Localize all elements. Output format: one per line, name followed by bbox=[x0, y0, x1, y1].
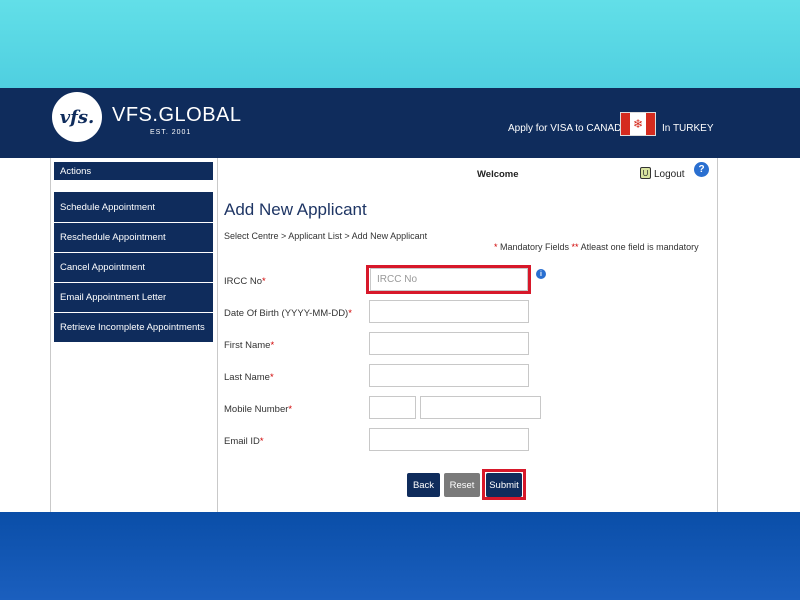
flag-right-band bbox=[646, 113, 655, 135]
sidebar-item-schedule-appointment[interactable]: Schedule Appointment bbox=[54, 192, 213, 222]
email-label: Email ID* bbox=[224, 436, 264, 447]
submit-button[interactable]: Submit bbox=[486, 473, 522, 497]
help-icon[interactable]: ? bbox=[694, 162, 709, 177]
last-name-label-text: Last Name bbox=[224, 372, 270, 383]
apply-visa-text: Apply for VISA to CANADA bbox=[508, 123, 629, 134]
ircc-required-star: * bbox=[262, 276, 266, 287]
sidebar-item-email-appointment-letter[interactable]: Email Appointment Letter bbox=[54, 282, 213, 312]
first-name-input[interactable] bbox=[369, 332, 529, 355]
logout-icon[interactable]: U bbox=[640, 167, 651, 179]
last-name-input[interactable] bbox=[369, 364, 529, 387]
reset-button[interactable]: Reset bbox=[444, 473, 480, 497]
ircc-input[interactable] bbox=[370, 268, 528, 291]
dob-input[interactable] bbox=[369, 300, 529, 323]
first-name-required-star: * bbox=[270, 340, 275, 351]
brand-name: VFS.GLOBAL bbox=[112, 104, 242, 126]
mobile-number-input[interactable] bbox=[420, 396, 541, 419]
bottom-background-band bbox=[0, 512, 800, 600]
canada-flag-icon: ❄ bbox=[620, 112, 656, 136]
mobile-label: Mobile Number* bbox=[224, 404, 292, 415]
ircc-label-text: IRCC No bbox=[224, 276, 263, 287]
ircc-label: IRCC No* bbox=[224, 276, 266, 287]
atleast-star: ** bbox=[571, 242, 579, 252]
maple-leaf-icon: ❄ bbox=[632, 117, 644, 131]
vfs-logo: vfs. bbox=[52, 92, 102, 142]
sidebar-divider bbox=[217, 158, 218, 512]
sidebar-actions-header: Actions bbox=[54, 162, 213, 180]
last-name-label: Last Name* bbox=[224, 372, 274, 383]
logout-link[interactable]: Logout bbox=[654, 169, 685, 180]
info-icon[interactable]: i bbox=[536, 269, 546, 279]
welcome-label: Welcome bbox=[477, 169, 519, 180]
email-required-star: * bbox=[259, 436, 264, 447]
back-button[interactable]: Back bbox=[407, 473, 440, 497]
atleast-text: Atleast one field is mandatory bbox=[578, 242, 699, 252]
country-text: In TURKEY bbox=[662, 123, 714, 134]
flag-left-band bbox=[621, 113, 630, 135]
email-label-text: Email ID bbox=[224, 436, 260, 447]
mandatory-note: * Mandatory Fields ** Atleast one field … bbox=[494, 242, 699, 252]
first-name-label: First Name* bbox=[224, 340, 274, 351]
mobile-label-text: Mobile Number bbox=[224, 404, 289, 415]
page-title: Add New Applicant bbox=[224, 200, 367, 219]
breadcrumb: Select Centre > Applicant List > Add New… bbox=[224, 231, 428, 241]
mobile-required-star: * bbox=[288, 404, 293, 415]
sidebar-item-retrieve-incomplete[interactable]: Retrieve Incomplete Appointments bbox=[54, 312, 213, 342]
brand-established: EST. 2001 bbox=[150, 129, 192, 136]
top-background-band bbox=[0, 0, 800, 88]
mobile-code-input[interactable] bbox=[369, 396, 416, 419]
last-name-required-star: * bbox=[269, 372, 274, 383]
logo-text: vfs. bbox=[59, 106, 95, 128]
first-name-label-text: First Name bbox=[224, 340, 271, 351]
sidebar-item-cancel-appointment[interactable]: Cancel Appointment bbox=[54, 252, 213, 282]
email-input[interactable] bbox=[369, 428, 529, 451]
dob-label: Date Of Birth (YYYY-MM-DD)* bbox=[224, 308, 352, 319]
dob-label-text: Date Of Birth (YYYY-MM-DD) bbox=[224, 308, 349, 319]
dob-required-star: * bbox=[348, 308, 352, 319]
mandatory-text: Mandatory Fields bbox=[497, 242, 572, 252]
sidebar-item-reschedule-appointment[interactable]: Reschedule Appointment bbox=[54, 222, 213, 252]
